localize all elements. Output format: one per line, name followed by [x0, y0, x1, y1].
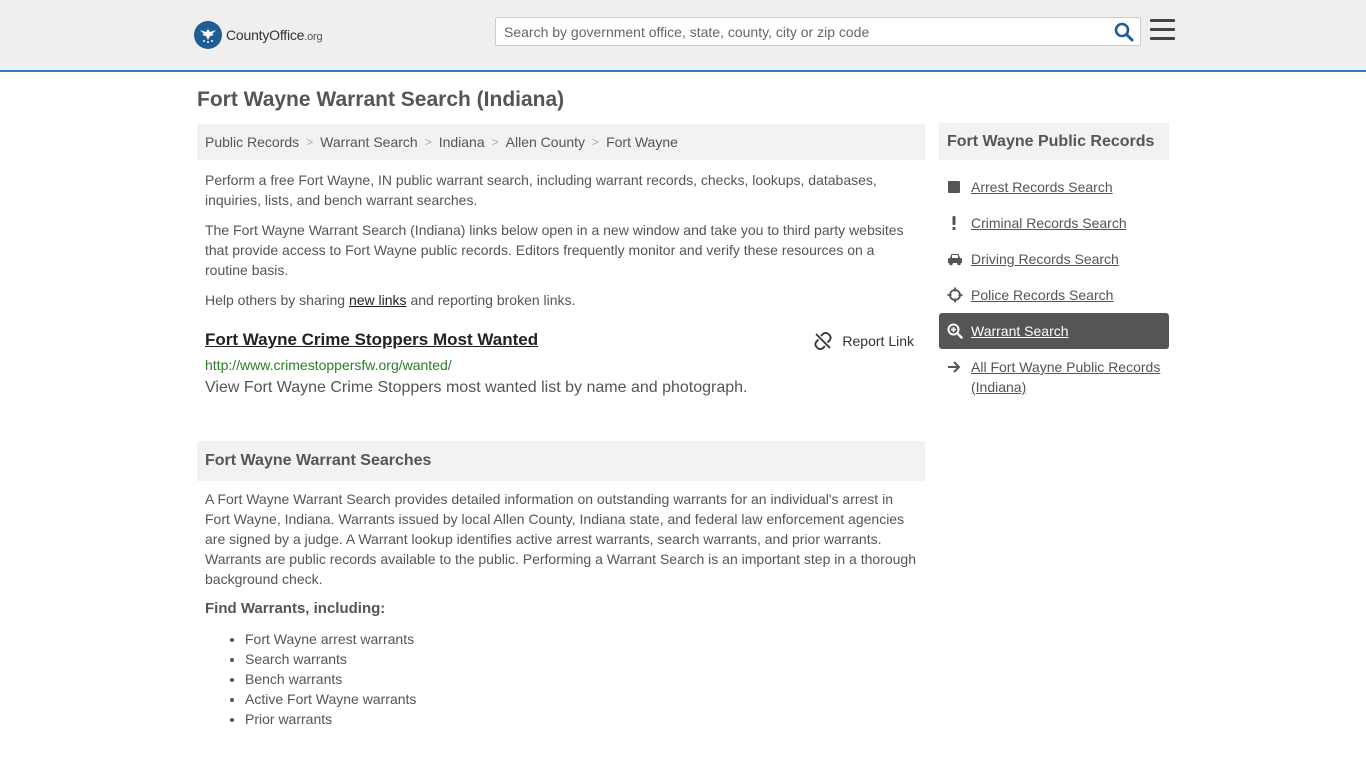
breadcrumb-separator: > [424, 135, 432, 149]
sidebar-item-arrest-records[interactable]: Arrest Records Search [939, 177, 1169, 197]
site-logo[interactable]: CountyOffice.org [194, 20, 323, 50]
sidebar-item-warrant-search[interactable]: Warrant Search [939, 313, 1169, 349]
section-body: A Fort Wayne Warrant Search provides det… [205, 491, 916, 587]
intro-text: Perform a free Fort Wayne, IN public war… [205, 170, 917, 320]
result-title-link[interactable]: Fort Wayne Crime Stoppers Most Wanted [205, 330, 538, 350]
intro-paragraph-2: The Fort Wayne Warrant Search (Indiana) … [205, 222, 904, 278]
breadcrumb-allen-county[interactable]: Allen County [506, 134, 585, 150]
page-title: Fort Wayne Warrant Search (Indiana) [197, 88, 565, 111]
report-link-button[interactable]: Report Link [814, 332, 914, 350]
sidebar-item-label[interactable]: Criminal Records Search [971, 213, 1127, 233]
crosshair-icon [947, 285, 971, 305]
breadcrumb-separator: > [491, 135, 499, 149]
list-item: Search warrants [245, 649, 416, 669]
sidebar-item-driving-records[interactable]: Driving Records Search [939, 249, 1169, 269]
breadcrumb: Public Records > Warrant Search > Indian… [197, 124, 925, 160]
site-header: CountyOffice.org [0, 0, 1366, 72]
new-links-link[interactable]: new links [349, 292, 407, 308]
find-warrants-heading: Find Warrants, including: [205, 600, 386, 617]
search-bar [495, 17, 1141, 46]
result-description: View Fort Wayne Crime Stoppers most want… [205, 379, 748, 396]
logo-text: CountyOffice.org [226, 27, 323, 43]
list-item: Fort Wayne arrest warrants [245, 629, 416, 649]
section-heading: Fort Wayne Warrant Searches [197, 441, 925, 481]
sidebar-item-all-public-records[interactable]: All Fort Wayne Public Records (Indiana) [939, 357, 1169, 397]
hamburger-menu-icon[interactable] [1150, 19, 1175, 41]
list-item: Active Fort Wayne warrants [245, 689, 416, 709]
sidebar-item-criminal-records[interactable]: Criminal Records Search [939, 213, 1169, 233]
report-link-label: Report Link [842, 333, 914, 349]
sidebar-item-label[interactable]: All Fort Wayne Public Records (Indiana) [971, 357, 1169, 397]
sidebar-item-label[interactable]: Driving Records Search [971, 249, 1119, 269]
arrow-right-icon [947, 357, 971, 377]
intro-paragraph-3: Help others by sharing new links and rep… [205, 292, 576, 308]
sidebar-item-label[interactable]: Arrest Records Search [971, 177, 1113, 197]
breadcrumb-fort-wayne[interactable]: Fort Wayne [606, 134, 678, 150]
list-item: Bench warrants [245, 669, 416, 689]
breadcrumb-separator: > [306, 135, 314, 149]
eagle-seal-icon [194, 21, 222, 49]
breadcrumb-warrant-search[interactable]: Warrant Search [320, 134, 418, 150]
result-url: http://www.crimestoppersfw.org/wanted/ [205, 357, 452, 373]
breadcrumb-separator: > [592, 135, 600, 149]
search-input[interactable] [496, 18, 1096, 45]
breadcrumb-public-records[interactable]: Public Records [205, 134, 299, 150]
car-icon [947, 249, 971, 269]
sidebar-heading: Fort Wayne Public Records [939, 123, 1169, 160]
find-warrants-list: Fort Wayne arrest warrants Search warran… [245, 629, 416, 729]
sidebar-item-label[interactable]: Warrant Search [971, 321, 1069, 341]
sidebar-item-police-records[interactable]: Police Records Search [939, 285, 1169, 305]
exclamation-icon [947, 213, 971, 233]
square-icon [947, 177, 971, 197]
search-plus-icon [947, 321, 971, 341]
broken-link-icon [814, 332, 832, 350]
intro-paragraph-1: Perform a free Fort Wayne, IN public war… [205, 172, 877, 208]
sidebar-item-label[interactable]: Police Records Search [971, 285, 1113, 305]
list-item: Prior warrants [245, 709, 416, 729]
breadcrumb-indiana[interactable]: Indiana [439, 134, 485, 150]
search-icon[interactable] [1114, 22, 1134, 42]
